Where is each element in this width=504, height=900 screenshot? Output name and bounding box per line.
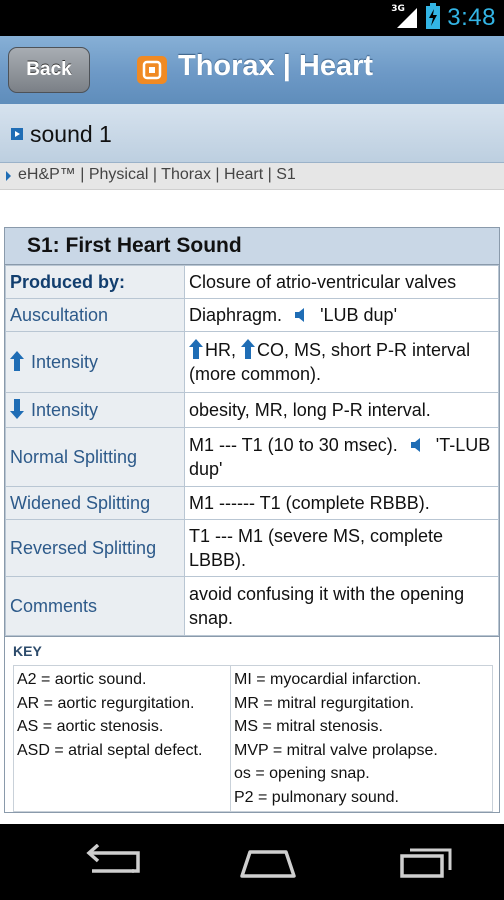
speaker-icon[interactable] (293, 307, 311, 323)
back-button[interactable]: Back (8, 47, 90, 93)
expand-arrow-icon (11, 128, 23, 140)
section-header[interactable]: sound 1 (0, 104, 504, 163)
key-title: KEY (13, 643, 42, 659)
table-row: Reversed Splitting T1 --- M1 (severe MS,… (5, 519, 499, 577)
row-label: Reversed Splitting (5, 519, 185, 577)
row-label: Intensity (5, 331, 185, 393)
content-area[interactable]: sound 1 eH&P™ | Physical | Thorax | Hear… (0, 104, 504, 824)
key-entry: MI = myocardial infarction. (234, 671, 422, 688)
status-icons: 3G 3:48 (391, 3, 496, 33)
key-entry: MVP = mitral valve prolapse. (234, 741, 438, 759)
status-bar: 3G 3:48 (0, 0, 504, 36)
section-label: sound 1 (30, 121, 112, 147)
key-entry: P2 = pulmonary sound. (234, 788, 399, 806)
breadcrumb-text: eH&P™ | Physical | Thorax | Heart | S1 (18, 166, 296, 183)
key-entry: A2 = aortic sound. (17, 671, 147, 688)
row-label: Auscultation (5, 298, 185, 332)
row-value: avoid confusing it with the opening snap… (184, 576, 499, 636)
table-row: Produced by: Closure of atrio-ventricula… (5, 265, 499, 299)
row-value: M1 ------ T1 (complete RBBB). (184, 486, 499, 520)
row-value: Closure of atrio-ventricular valves (184, 265, 499, 299)
row-label: Comments (5, 576, 185, 636)
table-row: Comments avoid confusing it with the ope… (5, 576, 499, 636)
key-entry: MR = mitral regurgitation. (234, 694, 415, 712)
navigation-bar (0, 824, 504, 900)
card-heading: S1: First Heart Sound (5, 228, 499, 265)
speaker-icon[interactable] (409, 437, 427, 453)
value-text: M1 --- T1 (10 to 30 msec). (189, 435, 398, 455)
table-row: Intensity obesity, MR, long P-R interval… (5, 392, 499, 428)
row-value: Diaphragm. 'LUB dup' (184, 298, 499, 332)
row-label: Intensity (5, 392, 185, 428)
row-label: Normal Splitting (5, 427, 185, 487)
arrow-up-icon (241, 339, 256, 360)
row-value: HR, CO, MS, short P-R interval (more com… (184, 331, 499, 393)
key-column-left: A2 = aortic sound. AR = aortic regurgita… (13, 665, 231, 812)
page-title: Thorax | Heart (178, 50, 374, 82)
key-entry: ASD = atrial septal defect. (17, 741, 203, 759)
key-entry: os = opening snap. (234, 765, 370, 782)
label-text: Intensity (31, 351, 99, 372)
value-text: HR, (205, 339, 236, 360)
label-text: Intensity (31, 399, 99, 420)
back-icon[interactable] (78, 844, 142, 880)
table-row: Normal Splitting M1 --- T1 (10 to 30 mse… (5, 427, 499, 487)
clock: 3:48 (447, 4, 496, 31)
title-bar: Back Thorax | Heart (0, 36, 504, 105)
table-row: Widened Splitting M1 ------ T1 (complete… (5, 486, 499, 520)
arrow-up-icon (189, 339, 203, 360)
key-entry: MS = mitral stenosis. (234, 718, 383, 735)
row-label: Widened Splitting (5, 486, 185, 520)
key-column-right: MI = myocardial infarction. MR = mitral … (231, 665, 493, 812)
s1-card: S1: First Heart Sound Produced by: Closu… (4, 227, 500, 813)
battery-icon (425, 3, 441, 33)
key-entry: AR = aortic regurgitation. (17, 694, 195, 712)
arrow-up-icon (10, 351, 24, 372)
value-text: 'LUB dup' (320, 305, 397, 325)
home-icon[interactable] (236, 844, 300, 880)
breadcrumb[interactable]: eH&P™ | Physical | Thorax | Heart | S1 (0, 163, 504, 190)
value-text: Diaphragm. (189, 305, 283, 325)
row-value: M1 --- T1 (10 to 30 msec). 'T-LUB dup' (184, 427, 499, 487)
row-value: T1 --- M1 (severe MS, complete LBBB). (184, 519, 499, 577)
key-section: KEY A2 = aortic sound. AR = aortic regur… (5, 636, 499, 812)
info-table: Produced by: Closure of atrio-ventricula… (5, 265, 499, 636)
row-label: Produced by: (5, 265, 185, 299)
table-row: Intensity HR, CO, MS, short P-R interval… (5, 331, 499, 393)
network-type: 3G (391, 4, 405, 14)
key-entry: AS = aortic stenosis. (17, 718, 164, 735)
row-value: obesity, MR, long P-R interval. (184, 392, 499, 428)
recent-apps-icon[interactable] (396, 844, 460, 880)
arrow-down-icon (10, 399, 24, 420)
signal-icon: 3G (391, 4, 419, 30)
app-icon (137, 56, 167, 84)
breadcrumb-arrow-icon (6, 171, 11, 181)
key-columns: A2 = aortic sound. AR = aortic regurgita… (13, 665, 493, 812)
table-row: Auscultation Diaphragm. 'LUB dup' (5, 298, 499, 332)
